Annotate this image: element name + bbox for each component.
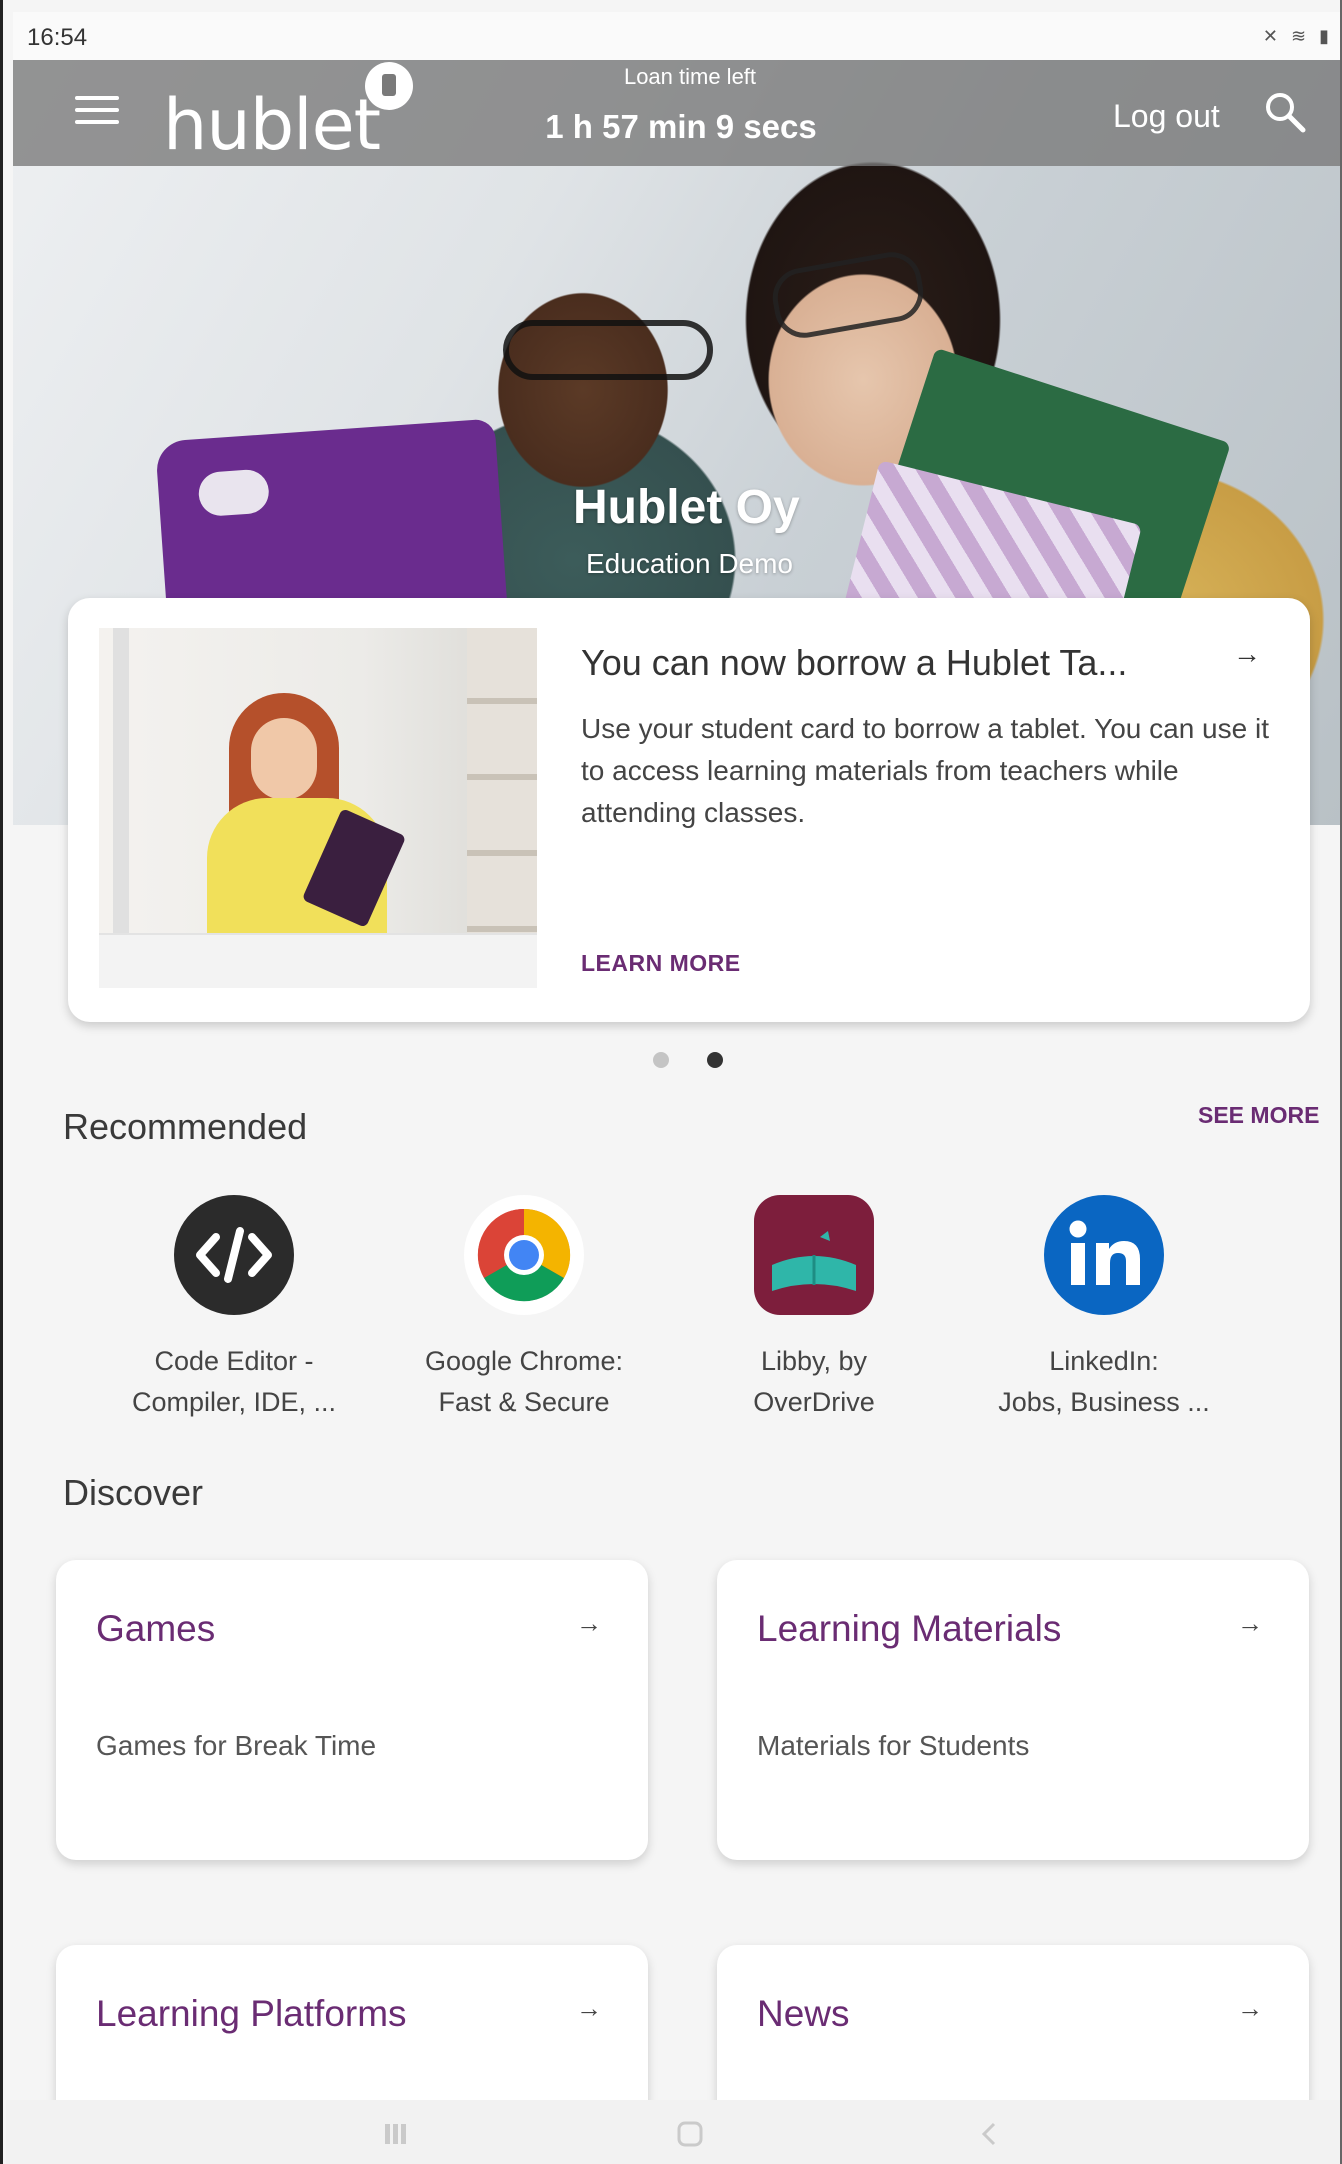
- app-tile-libby[interactable]: Libby, by OverDrive: [684, 1195, 944, 1423]
- status-bar: 16:54 ✕ ≋ ▮: [13, 12, 1340, 60]
- app-tile-code-editor[interactable]: Code Editor - Compiler, IDE, ...: [104, 1195, 364, 1423]
- app-name: LinkedIn: Jobs, Business ...: [998, 1346, 1210, 1417]
- hero-title: Hublet Oy: [573, 481, 800, 534]
- status-icons: ✕ ≋ ▮: [1262, 26, 1333, 46]
- carousel-dot[interactable]: [653, 1052, 669, 1068]
- app-name: Code Editor - Compiler, IDE, ...: [131, 1346, 337, 1417]
- app-name: Google Chrome: Fast & Secure: [424, 1346, 624, 1417]
- chrome-icon: [464, 1195, 584, 1315]
- arrow-right-icon: →: [1237, 1993, 1263, 2023]
- top-app-bar: hublet Loan time left 1 h 57 min 9 secs …: [13, 60, 1340, 166]
- promo-image: [99, 628, 537, 988]
- hero-glasses-graphic: [503, 320, 713, 380]
- discover-heading: Discover: [63, 1472, 204, 1513]
- promo-title: You can now borrow a Hublet Ta...: [581, 642, 1128, 683]
- app-tile-linkedin[interactable]: LinkedIn: Jobs, Business ...: [974, 1195, 1234, 1423]
- promo-card[interactable]: You can now borrow a Hublet Ta... → Use …: [68, 598, 1310, 1022]
- arrow-right-icon: →: [1237, 1608, 1263, 1638]
- card-title: News: [757, 1993, 850, 2034]
- arrow-right-icon: →: [576, 1608, 602, 1638]
- carousel-dot-active[interactable]: [707, 1052, 723, 1068]
- discover-card-learning-materials[interactable]: Learning Materials → Materials for Stude…: [717, 1560, 1309, 1860]
- linkedin-icon: [1044, 1195, 1164, 1315]
- discover-card-games[interactable]: Games → Games for Break Time: [56, 1560, 648, 1860]
- system-navigation-bar: [6, 2100, 1340, 2164]
- back-icon[interactable]: [976, 2120, 1004, 2148]
- carousel-indicator: [653, 1052, 761, 1073]
- hero-subtitle: Education Demo: [586, 548, 794, 579]
- app-frame: 16:54 ✕ ≋ ▮ Hublet Oy Education Demo hub…: [0, 0, 1342, 2164]
- logout-button[interactable]: Log out: [1113, 98, 1220, 135]
- app-tile-chrome[interactable]: Google Chrome: Fast & Secure: [394, 1195, 654, 1423]
- libby-icon: [754, 1195, 874, 1315]
- card-description: Games for Break Time: [96, 1730, 377, 1761]
- learn-more-link[interactable]: LEARN MORE: [581, 950, 741, 977]
- card-title: Games: [96, 1608, 216, 1649]
- search-icon[interactable]: [1263, 90, 1307, 134]
- card-description: Materials for Students: [757, 1730, 1030, 1761]
- hero-glasses-graphic-2: [768, 247, 928, 343]
- home-icon[interactable]: [676, 2120, 704, 2148]
- loan-time-label: Loan time left: [623, 64, 757, 89]
- app-name: Libby, by OverDrive: [753, 1346, 875, 1417]
- card-title: Learning Materials: [757, 1608, 1062, 1649]
- code-editor-icon: [174, 1195, 294, 1315]
- arrow-right-icon[interactable]: →: [1233, 638, 1261, 670]
- promo-description: Use your student card to borrow a tablet…: [581, 713, 1269, 828]
- see-more-link[interactable]: SEE MORE: [1198, 1102, 1319, 1129]
- recent-apps-icon[interactable]: [381, 2120, 409, 2148]
- status-time: 16:54: [27, 24, 88, 51]
- arrow-right-icon: →: [576, 1993, 602, 2023]
- card-title: Learning Platforms: [96, 1993, 407, 2034]
- recommended-heading: Recommended: [63, 1106, 308, 1147]
